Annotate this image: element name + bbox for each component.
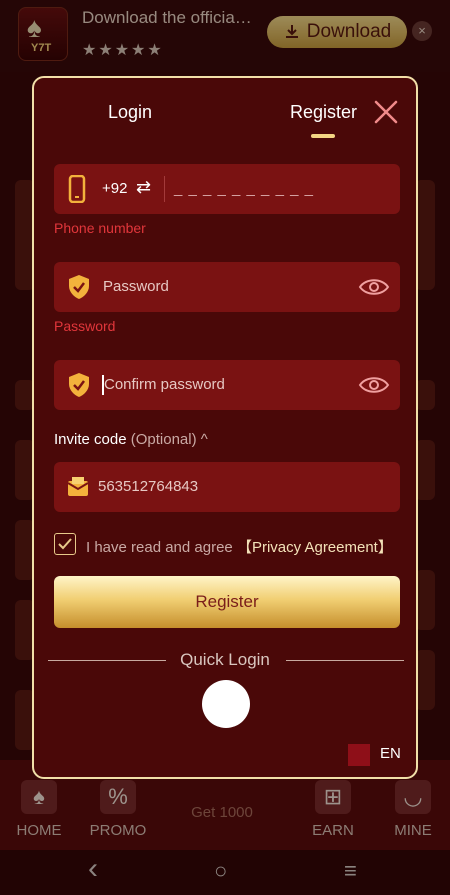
field-divider <box>164 176 165 202</box>
shield-icon <box>69 275 89 299</box>
agree-checkbox[interactable] <box>54 533 76 555</box>
confirm-password-input[interactable]: Confirm password <box>104 376 225 393</box>
country-code[interactable]: +92 <box>102 180 127 197</box>
envelope-icon <box>67 477 89 496</box>
invite-code-toggle[interactable]: Invite code (Optional) ^ <box>54 431 208 448</box>
invite-code-field[interactable]: 563512764843 <box>54 462 400 512</box>
flag-icon[interactable] <box>348 744 370 766</box>
privacy-agreement-link[interactable]: 【Privacy Agreement】 <box>237 539 393 556</box>
register-button[interactable]: Register <box>54 576 400 628</box>
swap-icon[interactable]: ⇄ <box>136 177 151 198</box>
password-error: Password <box>54 318 116 334</box>
language-selector[interactable]: EN <box>380 745 401 762</box>
phone-icon <box>68 175 86 203</box>
phone-field[interactable]: +92 ⇄ _ _ _ _ _ _ _ _ _ _ <box>54 164 400 214</box>
tab-register[interactable]: Register <box>290 102 357 123</box>
quick-login-label: Quick Login <box>180 650 270 669</box>
invite-code-label: Invite code <box>54 431 127 448</box>
eye-icon[interactable] <box>358 275 390 299</box>
agree-text: I have read and agree 【Privacy Agreement… <box>86 536 393 557</box>
tab-login[interactable]: Login <box>108 102 152 123</box>
close-icon[interactable] <box>372 98 400 126</box>
active-tab-indicator <box>311 134 335 138</box>
shield-icon <box>69 373 89 397</box>
password-field[interactable]: Password <box>54 262 400 312</box>
invite-optional-label: (Optional) <box>130 431 197 448</box>
eye-icon[interactable] <box>358 373 390 397</box>
checkmark-icon <box>58 538 72 550</box>
register-modal: Login Register +92 ⇄ _ _ _ _ _ _ _ _ _ _… <box>32 76 418 779</box>
quick-login-button[interactable] <box>202 680 250 728</box>
password-input[interactable]: Password <box>103 278 169 295</box>
confirm-password-field[interactable]: Confirm password <box>54 360 400 410</box>
invite-code-input[interactable]: 563512764843 <box>98 478 198 495</box>
chevron-up-icon: ^ <box>200 431 208 448</box>
phone-input[interactable]: _ _ _ _ _ _ _ _ _ _ <box>174 180 314 197</box>
phone-error: Phone number <box>54 220 146 236</box>
agree-label: I have read and agree <box>86 539 233 556</box>
